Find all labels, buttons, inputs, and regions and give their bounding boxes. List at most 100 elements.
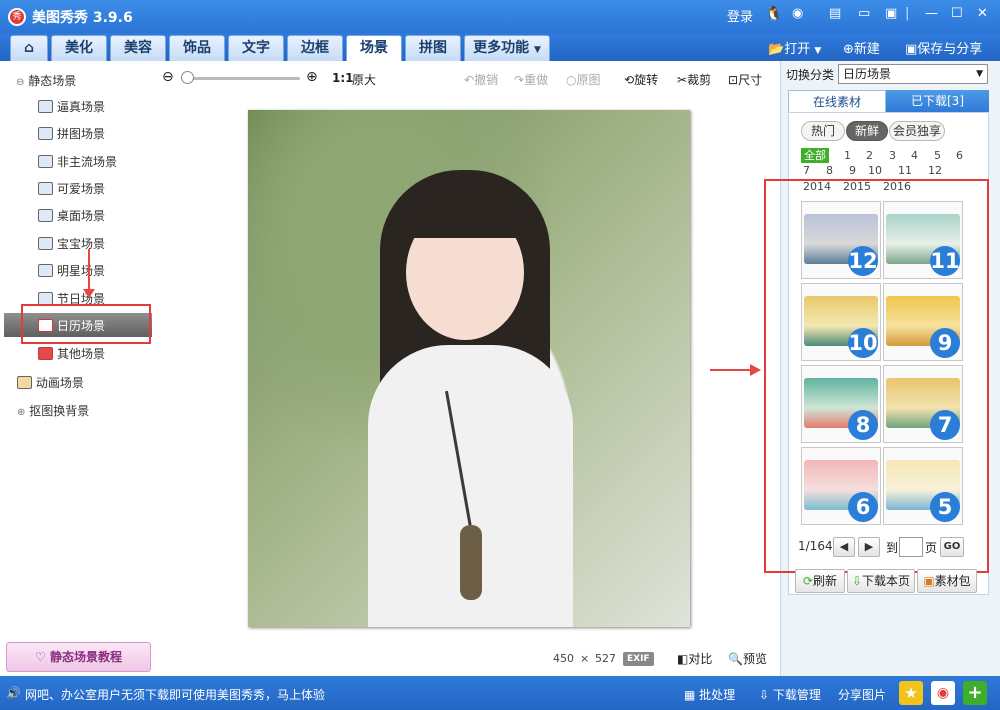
material-pack-button[interactable]: ▣素材包 [917, 569, 977, 593]
resize-icon: ⊡ [728, 73, 739, 87]
month-10[interactable]: 10 [868, 164, 882, 177]
download-mgr-label: 下载管理 [772, 688, 821, 702]
original-size-button[interactable]: 原大 [352, 71, 376, 88]
month-7[interactable]: 7 [803, 164, 810, 177]
undo-button[interactable]: ↶撤销 [464, 71, 498, 88]
month-6[interactable]: 6 [956, 149, 963, 162]
open-label: 打开 [784, 42, 811, 57]
month-11[interactable]: 11 [898, 164, 912, 177]
zoom-in-icon[interactable]: ⊕ [306, 69, 318, 85]
original-image-button[interactable]: ○原图 [566, 71, 601, 88]
refresh-button[interactable]: ⟳刷新 [795, 569, 845, 593]
separator: | [905, 6, 910, 21]
sidebar-item-desktop[interactable]: 桌面场景 [38, 207, 105, 225]
heart-icon [38, 347, 53, 360]
month-12[interactable]: 12 [928, 164, 942, 177]
tab-more-features[interactable]: 更多功能 ▼ [464, 35, 550, 61]
times-sign: × [580, 652, 590, 665]
main-tab-bar: ⌂ 美化 美容 饰品 文字 边框 场景 拼图 更多功能 ▼ 📂打开 ▼ ⊕新建 … [0, 33, 1000, 62]
zoom-slider-handle[interactable] [181, 71, 194, 84]
filter-all[interactable]: 全部 [801, 148, 829, 163]
qq-icon[interactable]: 🐧 [765, 6, 782, 22]
tab-beautify[interactable]: 美化 [51, 35, 107, 61]
month-1[interactable]: 1 [844, 149, 851, 162]
static-scene-group[interactable]: ⊖ 静态场景 [16, 72, 76, 89]
promo-message-link[interactable]: 网吧、办公室用户无须下载即可使用美图秀秀，马上体验 [25, 686, 325, 703]
share-picture-button[interactable]: 分享图片 [838, 686, 886, 703]
download-manager-button[interactable]: ⇩ 下载管理 [759, 686, 821, 703]
skin-icon[interactable]: ▣ [885, 6, 897, 21]
chip-new[interactable]: 新鲜 [846, 121, 888, 141]
zoom-slider-track[interactable] [182, 77, 300, 80]
tab-beauty[interactable]: 美容 [110, 35, 166, 61]
sidebar-item-cute[interactable]: 可爱场景 [38, 180, 105, 198]
new-button[interactable]: ⊕新建 [843, 38, 880, 57]
sidebar-item-label: 拼图场景 [57, 127, 106, 141]
zoom-out-icon[interactable]: ⊖ [162, 69, 174, 85]
month-9[interactable]: 9 [849, 164, 856, 177]
app-title: 美图秀秀 3.9.6 [32, 10, 133, 26]
tab-text[interactable]: 文字 [228, 35, 284, 61]
resize-button[interactable]: ⊡尺寸 [728, 71, 762, 88]
month-2[interactable]: 2 [866, 149, 873, 162]
login-link[interactable]: 登录 [727, 6, 753, 25]
red-arrow-right [710, 369, 752, 371]
tab-frame[interactable]: 边框 [287, 35, 343, 61]
cutout-background-group[interactable]: ⊕ 抠图换背景 [17, 402, 89, 419]
weibo-share-icon[interactable]: ◉ [931, 681, 955, 705]
tab-downloaded[interactable]: 已下载[3] [886, 90, 989, 112]
feedback-icon[interactable]: ▤ [829, 6, 841, 21]
rotate-button[interactable]: ⟲旋转 [624, 71, 658, 88]
month-3[interactable]: 3 [889, 149, 896, 162]
minimize-icon[interactable]: — [925, 6, 938, 21]
chip-hot[interactable]: 热门 [801, 121, 845, 141]
compare-icon: ◧ [677, 652, 689, 666]
batch-icon: ▦ [684, 688, 696, 702]
close-icon[interactable]: ✕ [977, 6, 988, 21]
sidebar-item-other[interactable]: 其他场景 [38, 345, 105, 363]
preview-button[interactable]: 🔍预览 [728, 650, 767, 667]
star-icon[interactable]: ★ [899, 681, 923, 705]
batch-process-button[interactable]: ▦ 批处理 [684, 686, 735, 703]
open-button[interactable]: 📂打开 ▼ [768, 38, 821, 57]
rotate-label: 旋转 [634, 73, 659, 87]
hands-icon: ♡ [35, 650, 46, 664]
scene-icon [38, 209, 53, 222]
tab-online-material[interactable]: 在线素材 [788, 90, 886, 112]
tab-collage[interactable]: 拼图 [405, 35, 461, 61]
month-8[interactable]: 8 [826, 164, 833, 177]
message-icon[interactable]: ▭ [858, 6, 870, 21]
animated-scene-group[interactable]: 动画场景 [17, 374, 84, 391]
arrow-head-down-icon [83, 289, 95, 298]
tab-accessories[interactable]: 饰品 [169, 35, 225, 61]
sidebar-item-realistic[interactable]: 逼真场景 [38, 98, 105, 116]
sidebar-item-baby[interactable]: 宝宝场景 [38, 235, 105, 253]
download-page-button[interactable]: ⇩下载本页 [847, 569, 915, 593]
home-tab[interactable]: ⌂ [10, 35, 48, 61]
maximize-icon[interactable]: ☐ [951, 6, 963, 21]
sidebar-item-nonmainstream[interactable]: 非主流场景 [38, 153, 117, 171]
month-4[interactable]: 4 [911, 149, 918, 162]
category-select[interactable]: 日历场景 ▼ [838, 64, 988, 84]
sidebar-item-star[interactable]: 明星场景 [38, 262, 105, 280]
sidebar-item-label: 逼真场景 [57, 100, 106, 114]
sidebar-item-collage[interactable]: 拼图场景 [38, 125, 105, 143]
exif-label: EXIF [627, 654, 650, 664]
exif-button[interactable]: EXIF [623, 652, 654, 666]
tab-scene[interactable]: 场景 [346, 35, 402, 62]
rotate-icon: ⟲ [624, 73, 635, 87]
crop-button[interactable]: ✂裁剪 [677, 71, 711, 88]
chip-vip[interactable]: 会员独享 [889, 121, 945, 141]
static-scene-label: 静态场景 [28, 74, 77, 88]
compare-label: 对比 [688, 652, 713, 666]
material-pack-label: 素材包 [934, 574, 971, 588]
month-5[interactable]: 5 [934, 149, 941, 162]
static-scene-tutorial-button[interactable]: ♡ 静态场景教程 [6, 642, 151, 672]
compare-button[interactable]: ◧对比 [677, 650, 712, 667]
add-icon[interactable]: + [963, 681, 987, 705]
photo-girl-portrait[interactable] [248, 110, 690, 627]
weibo-icon[interactable]: ◉ [792, 6, 803, 21]
redo-button[interactable]: ↷重做 [514, 71, 548, 88]
ratio-one-to-one[interactable]: 1:1 [332, 71, 354, 85]
save-share-button[interactable]: ▣保存与分享 [905, 38, 982, 57]
